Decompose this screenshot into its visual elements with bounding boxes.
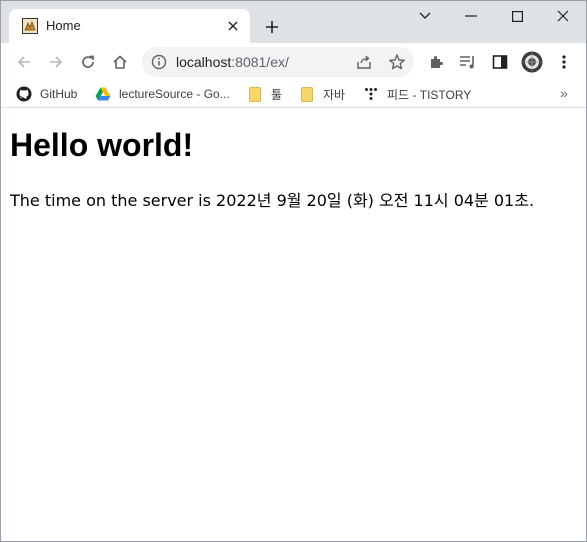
- toolbar: localhost:8081/ex/: [1, 43, 586, 80]
- google-drive-icon: [95, 86, 111, 102]
- bookmark-github[interactable]: GitHub: [16, 85, 77, 103]
- server-time-text: The time on the server is 2022년 9월 20일 (…: [10, 191, 535, 210]
- bookmark-label: 툴: [271, 87, 283, 102]
- bookmark-folder-java[interactable]: 자바: [299, 85, 345, 103]
- new-tab-button[interactable]: [261, 16, 283, 38]
- back-arrow-icon[interactable]: [11, 49, 37, 75]
- home-icon[interactable]: [107, 49, 133, 75]
- url-text[interactable]: localhost:8081/ex/: [176, 54, 289, 70]
- reload-icon[interactable]: [75, 49, 101, 75]
- bookmark-folder-tools[interactable]: 툴: [247, 85, 282, 103]
- chevron-down-icon[interactable]: [403, 5, 447, 27]
- tab-home[interactable]: Home: [9, 9, 250, 43]
- side-panel-icon[interactable]: [489, 51, 511, 73]
- browser-window: Home localhost:8081/ex/ GitHub lectureSo…: [0, 0, 587, 542]
- bookmarks-bar: GitHub lectureSource - Go... 툴 자바 피드 - T…: [1, 80, 586, 108]
- bookmark-label: GitHub: [40, 87, 78, 101]
- bookmark-tistory-feed[interactable]: 피드 - TISTORY: [363, 85, 471, 103]
- page-content: Hello world! The time on the server is 2…: [1, 109, 586, 541]
- site-info-icon[interactable]: [151, 54, 167, 70]
- bookmarks-overflow-chevron-icon[interactable]: »: [554, 85, 574, 103]
- minimize-icon[interactable]: [449, 5, 493, 27]
- maximize-icon[interactable]: [495, 5, 539, 27]
- tab-title: Home: [46, 18, 81, 33]
- tab-strip: Home: [1, 1, 586, 43]
- folder-icon: [247, 86, 263, 102]
- media-queue-icon[interactable]: [457, 51, 479, 73]
- profile-avatar[interactable]: [521, 51, 543, 73]
- url-host: localhost: [176, 54, 232, 70]
- extensions-puzzle-icon[interactable]: [425, 51, 447, 73]
- tistory-icon: [363, 86, 379, 102]
- bookmark-label: 피드 - TISTORY: [387, 87, 472, 102]
- bookmark-label: lectureSource - Go...: [119, 87, 230, 101]
- more-menu-icon[interactable]: [553, 51, 575, 73]
- forward-arrow-icon[interactable]: [43, 49, 69, 75]
- bookmark-star-icon[interactable]: [388, 53, 406, 71]
- bookmark-label: 자바: [323, 87, 346, 102]
- folder-icon: [299, 86, 315, 102]
- page-heading: Hello world!: [10, 127, 194, 163]
- tomcat-favicon-icon: [22, 18, 38, 34]
- close-tab-icon[interactable]: [224, 17, 242, 35]
- url-path: :8081/ex/: [231, 54, 289, 70]
- share-icon[interactable]: [356, 54, 372, 70]
- bookmark-lecturesource[interactable]: lectureSource - Go...: [95, 85, 230, 103]
- close-window-icon[interactable]: [541, 5, 585, 27]
- address-bar[interactable]: localhost:8081/ex/: [142, 47, 414, 77]
- github-icon: [16, 86, 32, 102]
